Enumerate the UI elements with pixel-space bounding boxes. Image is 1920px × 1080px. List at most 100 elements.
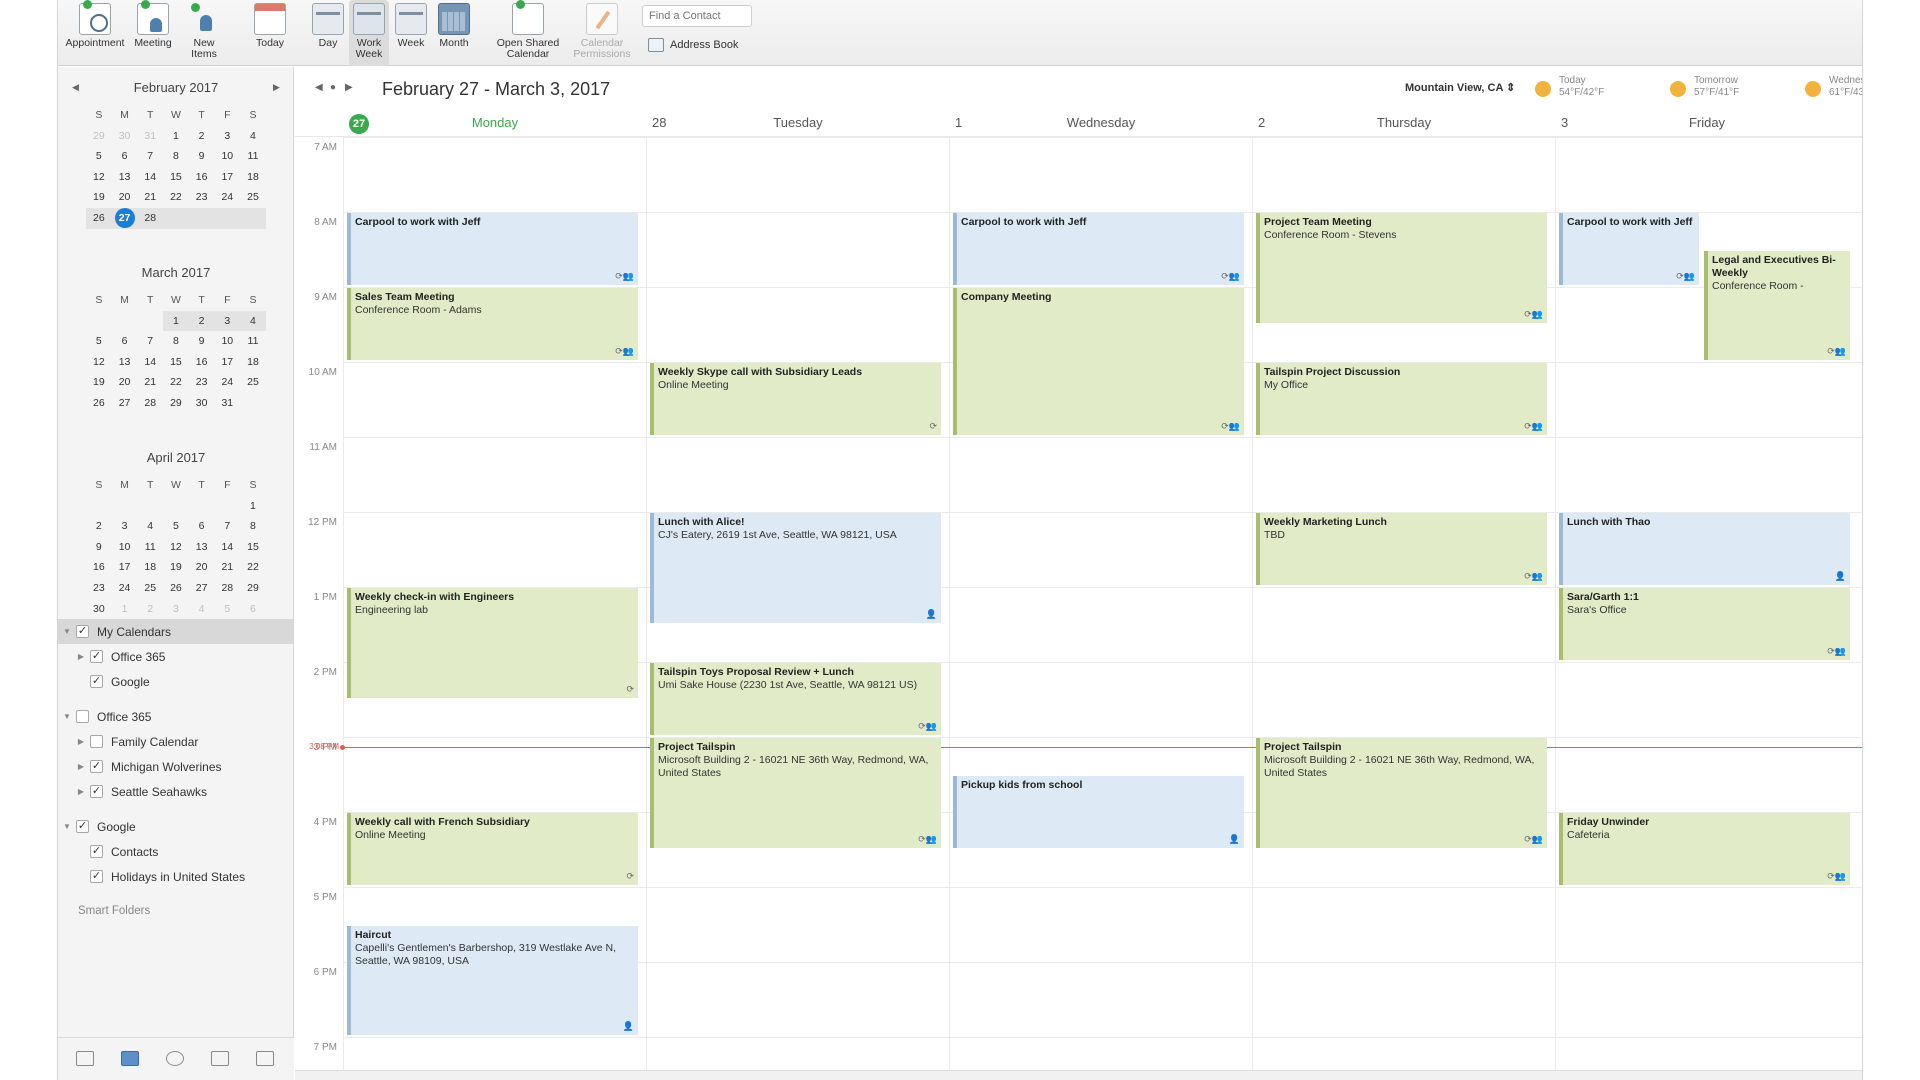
calendar-event[interactable]: Sara/Garth 1:1 Sara's Office ⟳👥 <box>1559 588 1850 660</box>
mini-day[interactable]: 25 <box>137 578 163 599</box>
disclosure-closed-icon[interactable]: ▶ <box>76 737 86 746</box>
calendar-event[interactable]: Carpool to work with Jeff ⟳👥 <box>1559 213 1699 285</box>
mini-day[interactable]: 7 <box>137 146 163 167</box>
mini-day[interactable]: 7 <box>137 331 163 352</box>
mini-day[interactable]: 5 <box>86 146 112 167</box>
mini-day[interactable]: 25 <box>240 187 266 208</box>
mini-day[interactable]: 13 <box>189 537 215 558</box>
mini-day[interactable]: 4 <box>189 599 215 620</box>
mini-day[interactable]: 23 <box>189 372 215 393</box>
mini-day[interactable]: 12 <box>86 167 112 188</box>
mini-day[interactable]: 28 <box>214 578 240 599</box>
mini-day[interactable]: 10 <box>214 331 240 352</box>
find-contact-input[interactable] <box>642 5 752 27</box>
mini-day[interactable]: 20 <box>112 187 138 208</box>
mini-day[interactable]: 31 <box>214 393 240 414</box>
mini-day[interactable]: 6 <box>189 516 215 537</box>
tasks-icon[interactable] <box>211 1051 229 1066</box>
mini-prev-month-icon[interactable]: ◀ <box>72 82 79 93</box>
mini-day[interactable]: 18 <box>137 557 163 578</box>
mini-day[interactable]: 2 <box>188 310 215 332</box>
mini-day[interactable]: 24 <box>112 578 138 599</box>
mini-day[interactable]: 4 <box>240 126 266 147</box>
mini-day[interactable]: 16 <box>189 352 215 373</box>
mini-day[interactable]: 27 <box>112 393 138 414</box>
mini-day[interactable]: 31 <box>137 126 163 147</box>
mini-day[interactable]: 12 <box>86 352 112 373</box>
calendar-event[interactable]: Weekly call with French Subsidiary Online… <box>347 813 638 885</box>
mini-day[interactable]: 11 <box>137 537 163 558</box>
mini-day[interactable]: 9 <box>189 331 215 352</box>
next-week-icon[interactable]: ▶ <box>345 82 353 93</box>
calendar-event[interactable]: Legal and Executives Bi-Weekly Conference… <box>1704 250 1850 360</box>
calendar-checkbox[interactable]: ✓ <box>76 820 89 833</box>
new-items-button[interactable]: New Items <box>180 0 228 66</box>
address-book-button[interactable]: Address Book <box>648 38 738 52</box>
mini-day[interactable]: 4 <box>137 516 163 537</box>
calendar-event[interactable]: Haircut Capelli's Gentlemen's Barbershop,… <box>347 925 638 1035</box>
mini-day[interactable]: 13 <box>112 352 138 373</box>
mini-day[interactable]: 29 <box>86 126 112 147</box>
mini-day[interactable]: 3 <box>112 516 138 537</box>
mini-day[interactable]: 5 <box>163 516 189 537</box>
mini-day[interactable]: 2 <box>137 599 163 620</box>
mini-day[interactable]: 24 <box>214 372 240 393</box>
calendar-icon[interactable] <box>121 1051 139 1066</box>
calendar-list-item[interactable]: ✓ Google <box>58 669 294 694</box>
mini-day[interactable]: 1 <box>163 126 189 147</box>
mini-day[interactable]: 1 <box>240 496 266 517</box>
disclosure-open-icon[interactable]: ▼ <box>62 712 72 721</box>
today-button[interactable]: Today <box>248 0 292 66</box>
calendar-event[interactable]: Project Tailspin Microsoft Building 2 - 1… <box>650 738 941 848</box>
people-icon[interactable] <box>166 1051 184 1066</box>
mini-day[interactable]: 9 <box>189 146 215 167</box>
mini-day[interactable]: 22 <box>240 557 266 578</box>
calendar-event[interactable]: Company Meeting ⟳👥 <box>953 288 1244 435</box>
mini-day[interactable]: 1 <box>112 599 138 620</box>
mini-day[interactable]: 17 <box>214 167 240 188</box>
mini-day[interactable]: 16 <box>189 167 215 188</box>
week-view-button[interactable]: Week <box>391 0 431 66</box>
smart-folders-label[interactable]: Smart Folders <box>78 905 150 917</box>
mini-day[interactable]: 6 <box>240 599 266 620</box>
mini-day[interactable]: 20 <box>189 557 215 578</box>
mini-day[interactable]: 11 <box>240 146 266 167</box>
mini-day[interactable]: 7 <box>214 516 240 537</box>
mini-day[interactable]: 14 <box>137 167 163 188</box>
appointment-button[interactable]: Appointment <box>64 0 126 66</box>
calendar-checkbox[interactable]: ✓ <box>90 650 103 663</box>
mini-day[interactable]: 24 <box>214 187 240 208</box>
disclosure-closed-icon[interactable]: ▶ <box>76 787 86 796</box>
mini-day[interactable]: 13 <box>112 167 138 188</box>
mini-day[interactable]: 22 <box>163 187 189 208</box>
mini-day[interactable]: 28 <box>137 393 163 414</box>
mini-day[interactable]: 17 <box>112 557 138 578</box>
calendar-event[interactable]: Tailspin Project Discussion My Office ⟳👥 <box>1256 363 1547 435</box>
mini-day[interactable]: 11 <box>240 331 266 352</box>
day-number[interactable]: 2 <box>1258 115 1265 130</box>
calendar-event[interactable]: Lunch with Alice! CJ's Eatery, 2619 1st A… <box>650 513 941 623</box>
mini-day[interactable]: 3 <box>214 310 241 332</box>
mini-day[interactable]: 14 <box>137 352 163 373</box>
calendar-permissions-button[interactable]: Calendar Permissions <box>568 0 636 66</box>
calendar-list-item[interactable]: ▶ Family Calendar <box>58 729 294 754</box>
calendar-checkbox[interactable]: ✓ <box>90 870 103 883</box>
mini-day[interactable]: 21 <box>137 187 163 208</box>
mini-day[interactable]: 8 <box>163 146 189 167</box>
mini-day[interactable]: 3 <box>163 599 189 620</box>
open-shared-calendar-button[interactable]: Open Shared Calendar <box>490 0 566 66</box>
mini-day[interactable]: 3 <box>214 126 240 147</box>
mini-day[interactable]: 19 <box>86 372 112 393</box>
today-dot-icon[interactable]: ● <box>330 82 336 93</box>
calendar-event[interactable]: Sales Team Meeting Conference Room - Adam… <box>347 288 638 360</box>
mini-day[interactable]: 6 <box>112 331 138 352</box>
mini-day[interactable]: 26 <box>86 207 112 229</box>
mini-day[interactable]: 1 <box>163 310 189 332</box>
disclosure-open-icon[interactable]: ▼ <box>62 627 72 636</box>
mini-day[interactable]: 18 <box>240 352 266 373</box>
mini-day[interactable]: 20 <box>112 372 138 393</box>
time-grid[interactable]: 7 AM 8 AM 9 AM 10 AM 11 AM 12 PM 1 PM 2 PM 3 PM 4… <box>295 137 1862 1077</box>
mini-day[interactable]: 26 <box>86 393 112 414</box>
disclosure-open-icon[interactable]: ▼ <box>62 822 72 831</box>
mini-day[interactable]: 21 <box>137 372 163 393</box>
